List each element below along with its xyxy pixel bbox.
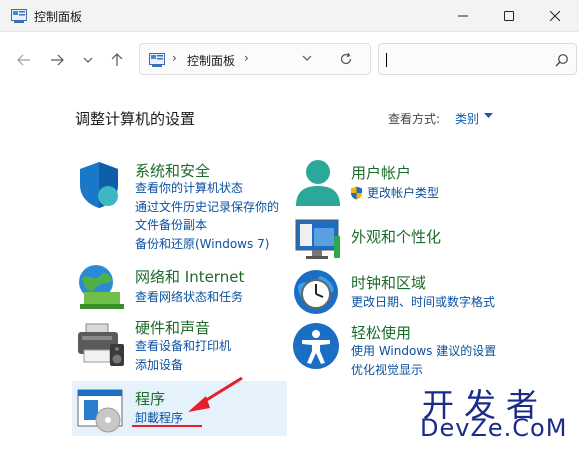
chevron-down-icon [83, 57, 93, 63]
category-user-accounts[interactable]: 用户帐户 [351, 162, 411, 183]
forward-button[interactable] [45, 48, 69, 72]
title-bar: 控制面板 [0, 0, 579, 32]
category-ease-of-access[interactable]: 轻松使用 [351, 322, 411, 343]
text-caret [386, 53, 387, 67]
link-change-account-type[interactable]: 更改帐户类型 [367, 184, 439, 202]
chevron-down-icon[interactable] [302, 53, 312, 63]
category-hardware-sound[interactable]: 硬件和声音 [135, 317, 210, 338]
printer-speaker-icon [78, 323, 124, 366]
forward-arrow-icon [51, 54, 64, 66]
user-account-icon [296, 160, 340, 206]
link-file-history[interactable]: 通过文件历史记录保存你的 [135, 198, 279, 216]
breadcrumb-separator[interactable]: › [244, 51, 249, 65]
programs-icon [77, 389, 123, 433]
link-file-history-cont[interactable]: 文件备份副本 [135, 216, 207, 234]
view-by-label: 查看方式: [388, 112, 441, 126]
category-appearance[interactable]: 外观和个性化 [351, 226, 441, 247]
close-icon [550, 11, 560, 21]
watermark-domain: DevZe.CoM [420, 414, 568, 442]
annotation-arrow-icon [188, 376, 243, 412]
link-view-computer-status[interactable]: 查看你的计算机状态 [135, 179, 243, 197]
category-network-internet[interactable]: 网络和 Internet [135, 266, 244, 287]
page-title: 调整计算机的设置 [75, 110, 196, 128]
breadcrumb-separator[interactable]: › [172, 51, 177, 65]
search-icon[interactable] [555, 53, 569, 67]
back-button[interactable] [12, 48, 36, 72]
view-by-dropdown[interactable]: 类别 [455, 110, 479, 127]
control-panel-icon [149, 53, 165, 67]
search-box[interactable] [378, 43, 577, 75]
appearance-monitor-icon [295, 219, 340, 259]
caret-down-icon[interactable] [484, 113, 493, 119]
annotation-underline [132, 425, 202, 427]
back-arrow-icon [17, 54, 30, 66]
shield-icon [80, 162, 118, 208]
address-bar[interactable]: › 控制面板 › [139, 43, 371, 75]
ease-of-access-icon [293, 323, 339, 369]
maximize-button[interactable] [486, 0, 532, 32]
up-button[interactable] [105, 48, 129, 72]
search-input[interactable] [385, 49, 545, 69]
link-add-device[interactable]: 添加设备 [135, 356, 183, 374]
network-globe-icon [79, 265, 124, 309]
category-clock-region[interactable]: 时钟和区域 [351, 272, 426, 293]
maximize-icon [504, 11, 514, 21]
refresh-icon[interactable] [339, 52, 353, 66]
breadcrumb-control-panel[interactable]: 控制面板 [187, 52, 235, 69]
link-backup-restore[interactable]: 备份和还原(Windows 7) [135, 235, 269, 253]
link-change-date-time[interactable]: 更改日期、时间或数字格式 [351, 293, 495, 311]
category-programs[interactable]: 程序 [135, 388, 165, 409]
close-button[interactable] [532, 0, 578, 32]
up-arrow-icon [111, 53, 123, 66]
uac-shield-icon [351, 186, 362, 200]
window-title: 控制面板 [34, 10, 83, 24]
link-devices-printers[interactable]: 查看设备和打印机 [135, 337, 231, 355]
recent-locations-button[interactable] [76, 48, 100, 72]
link-windows-suggested-settings[interactable]: 使用 Windows 建议的设置 [351, 342, 496, 360]
link-network-status[interactable]: 查看网络状态和任务 [135, 288, 243, 306]
link-optimize-visual-display[interactable]: 优化视觉显示 [351, 361, 423, 379]
minimize-button[interactable] [440, 0, 486, 32]
minimize-icon [458, 15, 468, 17]
clock-globe-icon [294, 270, 338, 314]
category-system-security[interactable]: 系统和安全 [135, 160, 210, 181]
control-panel-icon [11, 9, 27, 23]
